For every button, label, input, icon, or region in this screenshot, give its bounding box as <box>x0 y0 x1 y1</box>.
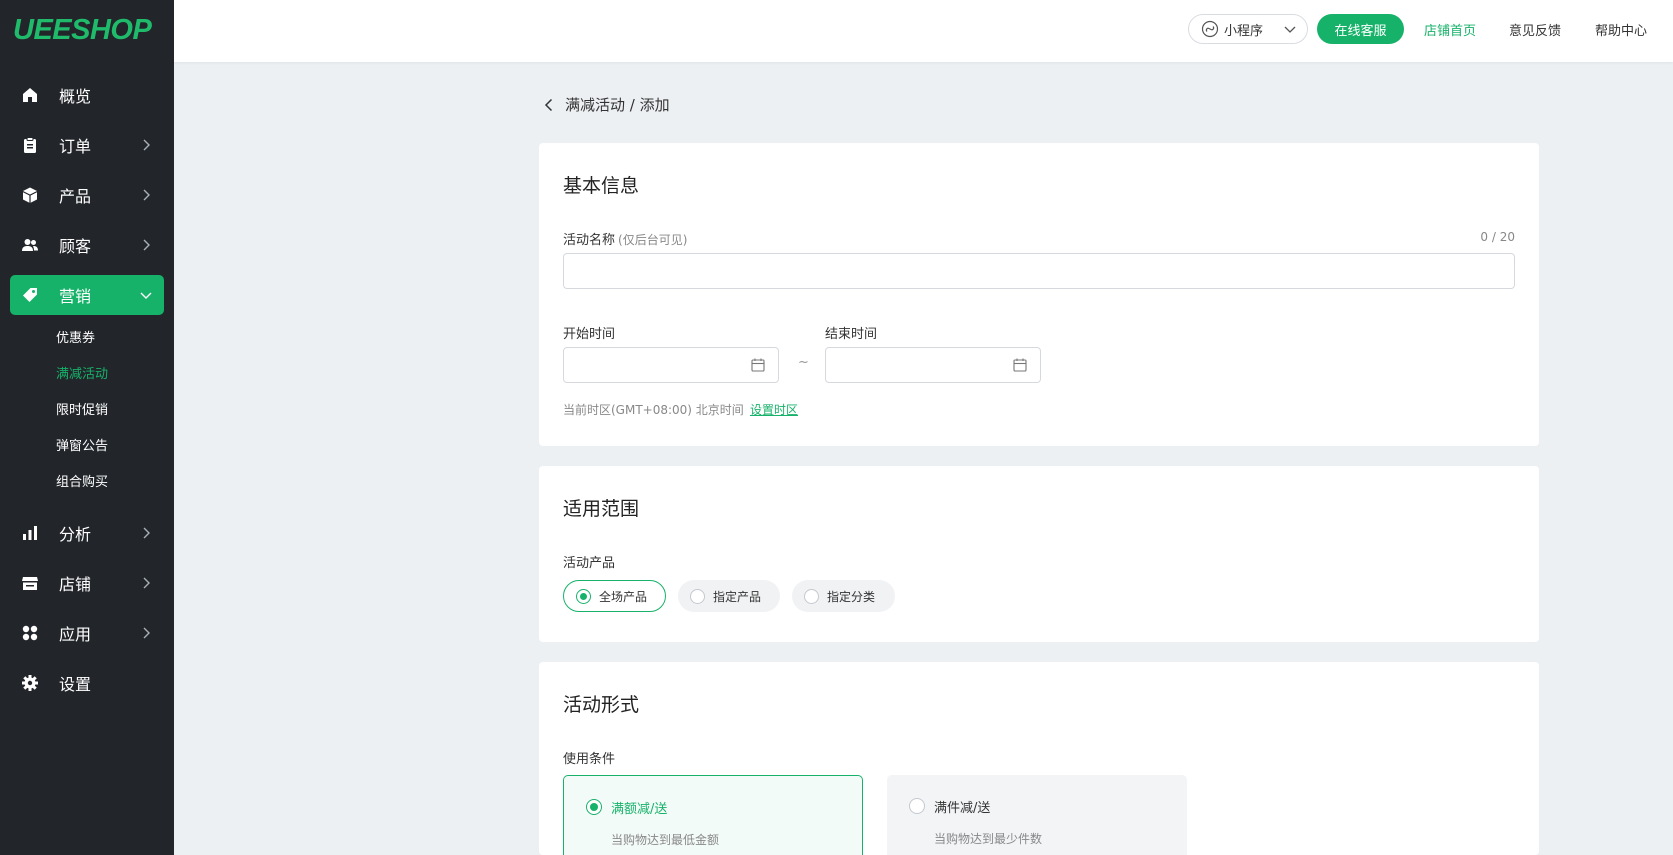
chevron-down-icon <box>1284 26 1296 33</box>
mini-program-label: 小程序 <box>1224 23 1264 39</box>
logo: UEESHOP <box>13 14 152 46</box>
end-time-field[interactable] <box>825 347 1041 383</box>
apps-icon <box>20 623 40 643</box>
marketing-subnav: 优惠券 满减活动 限时促销 弹窗公告 组合购买 <box>0 321 174 501</box>
clipboard-icon <box>20 135 40 155</box>
scope-option-label: 全场产品 <box>599 589 648 604</box>
sidebar-item-label: 设置 <box>59 675 92 694</box>
activity-name-label: 活动名称 (仅后台可见) <box>563 229 687 248</box>
subnav-item-flash-sale[interactable]: 限时促销 <box>0 393 174 429</box>
subnav-item-popup-notice[interactable]: 弹窗公告 <box>0 429 174 465</box>
subnav-item-coupons[interactable]: 优惠券 <box>0 321 174 357</box>
chevron-right-icon <box>143 139 150 151</box>
sidebar-item-label: 营销 <box>59 287 92 306</box>
scope-option-specific-categories[interactable]: 指定分类 <box>792 580 895 612</box>
help-center-link[interactable]: 帮助中心 <box>1595 20 1647 39</box>
condition-option-quantity[interactable]: 满件减/送 当购物达到最少件数 <box>887 775 1187 855</box>
sidebar-item-label: 店铺 <box>59 575 92 594</box>
activity-format-title: 活动形式 <box>563 694 640 716</box>
char-counter: 0 / 20 <box>1480 230 1515 244</box>
sidebar-item-customers[interactable]: 顾客 <box>10 225 164 265</box>
page-title: 满减活动 / 添加 <box>565 96 670 114</box>
usage-condition-label: 使用条件 <box>563 752 616 767</box>
range-separator: ~ <box>798 355 809 370</box>
start-time-label: 开始时间 <box>563 327 616 342</box>
sidebar-item-orders[interactable]: 订单 <box>10 125 164 165</box>
top-bar: 小程序 在线客服 店铺首页 意见反馈 帮助中心 <box>174 0 1673 62</box>
bar-chart-icon <box>20 523 40 543</box>
chevron-right-icon <box>143 627 150 639</box>
activity-name-text: 活动名称 <box>563 233 616 248</box>
sidebar-item-overview[interactable]: 概览 <box>10 75 164 115</box>
basic-info-title: 基本信息 <box>563 175 640 197</box>
feedback-link[interactable]: 意见反馈 <box>1509 20 1561 39</box>
activity-name-hint: (仅后台可见) <box>618 233 688 247</box>
box-icon <box>20 185 40 205</box>
scope-title: 适用范围 <box>563 498 640 520</box>
start-time-field[interactable] <box>563 347 779 383</box>
sidebar-item-label: 分析 <box>59 525 92 544</box>
scope-option-label: 指定分类 <box>827 589 876 604</box>
condition-option-title: 满件减/送 <box>934 801 991 816</box>
activity-product-label: 活动产品 <box>563 556 616 571</box>
subnav-item-bundle[interactable]: 组合购买 <box>0 465 174 501</box>
timezone-text: 当前时区(GMT+08:00) 北京时间 <box>563 403 744 417</box>
gear-icon <box>20 673 40 693</box>
chevron-right-icon <box>143 527 150 539</box>
sidebar-item-label: 顾客 <box>59 237 92 256</box>
sidebar-item-analytics[interactable]: 分析 <box>10 513 164 553</box>
chevron-down-icon <box>140 292 152 299</box>
sidebar-item-label: 产品 <box>59 187 92 206</box>
sidebar-item-label: 应用 <box>59 625 92 644</box>
basic-info-card: 基本信息 活动名称 (仅后台可见) 0 / 20 开始时间 ~ 结束时间 当前时区… <box>539 143 1539 446</box>
users-icon <box>20 235 40 255</box>
radio-unchecked <box>804 588 819 604</box>
sidebar: UEESHOP 概览 订单 产品 顾客 营销 优惠券 满减活动 限时促销 弹窗公… <box>0 0 174 855</box>
calendar-icon <box>751 358 765 372</box>
condition-option-amount[interactable]: 满额减/送 当购物达到最低金额 <box>563 775 863 855</box>
sidebar-item-store[interactable]: 店铺 <box>10 563 164 603</box>
chevron-right-icon <box>143 577 150 589</box>
radio-checked <box>576 588 591 604</box>
back-arrow-icon[interactable] <box>541 97 557 113</box>
calendar-icon <box>1013 358 1027 372</box>
radio-unchecked <box>909 798 925 814</box>
scope-option-label: 指定产品 <box>713 589 762 604</box>
breadcrumb: 满减活动 / 添加 <box>541 94 670 115</box>
radio-unchecked <box>690 588 705 604</box>
chevron-right-icon <box>143 239 150 251</box>
scope-option-all[interactable]: 全场产品 <box>563 580 666 612</box>
store-home-link[interactable]: 店铺首页 <box>1424 20 1476 39</box>
tag-icon <box>20 285 40 305</box>
activity-name-input[interactable] <box>563 253 1515 289</box>
sidebar-item-label: 概览 <box>59 87 92 106</box>
sidebar-item-apps[interactable]: 应用 <box>10 613 164 653</box>
sidebar-item-marketing[interactable]: 营销 <box>10 275 164 315</box>
scope-option-specific-products[interactable]: 指定产品 <box>678 580 780 612</box>
sidebar-nav: 概览 订单 产品 顾客 营销 优惠券 满减活动 限时促销 弹窗公告 组合购买 分… <box>0 75 174 713</box>
activity-format-card: 活动形式 使用条件 满额减/送 当购物达到最低金额 满件减/送 当购物达到最少件… <box>539 662 1539 855</box>
sidebar-item-label: 订单 <box>59 137 92 156</box>
radio-checked <box>586 799 602 815</box>
set-timezone-link[interactable]: 设置时区 <box>750 401 798 418</box>
store-icon <box>20 573 40 593</box>
chevron-right-icon <box>143 189 150 201</box>
sidebar-item-products[interactable]: 产品 <box>10 175 164 215</box>
sidebar-item-settings[interactable]: 设置 <box>10 663 164 703</box>
home-icon <box>20 85 40 105</box>
online-service-button[interactable]: 在线客服 <box>1317 14 1404 44</box>
end-time-label: 结束时间 <box>825 327 878 342</box>
scope-card: 适用范围 活动产品 全场产品 指定产品 指定分类 <box>539 466 1539 642</box>
mini-program-icon <box>1201 20 1219 38</box>
condition-option-desc: 当购物达到最低金额 <box>611 833 720 847</box>
condition-option-desc: 当购物达到最少件数 <box>934 832 1043 846</box>
mini-program-dropdown[interactable]: 小程序 <box>1188 14 1308 44</box>
condition-option-title: 满额减/送 <box>611 802 668 817</box>
subnav-item-discount-events[interactable]: 满减活动 <box>0 357 174 393</box>
